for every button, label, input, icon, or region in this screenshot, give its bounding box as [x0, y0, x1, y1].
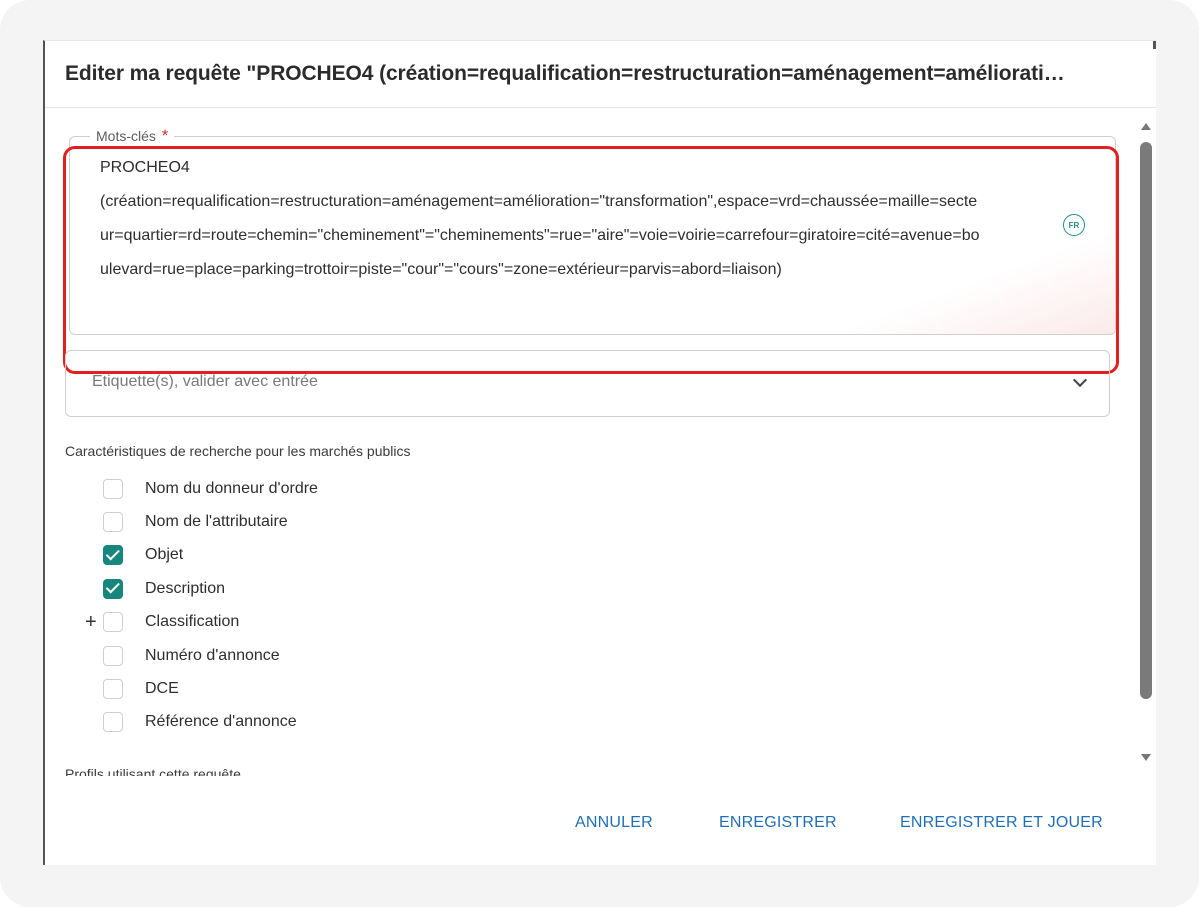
scroll-down-icon[interactable]: [1141, 754, 1151, 761]
search-characteristics-list: Nom du donneur d'ordre Nom de l'attribut…: [85, 472, 318, 739]
checkbox-row-numero-annonce[interactable]: Numéro d'annonce: [103, 639, 318, 672]
checkbox-classification[interactable]: [103, 612, 123, 633]
checkbox-label: DCE: [145, 680, 179, 698]
checkbox-dce[interactable]: [103, 679, 123, 700]
chevron-down-icon[interactable]: [1072, 372, 1088, 388]
checkbox-label: Description: [145, 579, 226, 597]
dialog-actions: ANNULER ENREGISTRER ENREGISTRER ET JOUER: [45, 776, 1156, 865]
checkbox-row-description[interactable]: Description: [103, 572, 318, 605]
edit-query-dialog: Editer ma requête "PROCHEO4 (création=re…: [43, 40, 1156, 865]
keywords-label: Mots-clés *: [90, 126, 175, 146]
scroll-up-icon[interactable]: [1141, 123, 1151, 130]
scroll-thumb[interactable]: [1140, 142, 1152, 699]
checkbox-row-objet[interactable]: Objet: [103, 539, 318, 572]
checkbox-row-attributaire[interactable]: Nom de l'attributaire: [103, 505, 318, 538]
checkbox-label: Objet: [145, 546, 184, 564]
tags-select[interactable]: Etiquette(s), valider avec entrée: [65, 350, 1110, 417]
keywords-label-text: Mots-clés: [96, 128, 156, 144]
checkbox-attributaire[interactable]: [103, 512, 123, 533]
profiles-label: Profils utilisant cette requête: [65, 766, 241, 776]
checkbox-label: Numéro d'annonce: [145, 646, 280, 664]
keywords-highlight-frame: [63, 146, 1119, 374]
screenshot-frame: Editer ma requête "PROCHEO4 (création=re…: [0, 0, 1199, 907]
checkbox-objet[interactable]: [103, 545, 123, 566]
checkbox-donneur-ordre[interactable]: [103, 478, 123, 499]
dialog-header: Editer ma requête "PROCHEO4 (création=re…: [45, 41, 1156, 108]
checkbox-numero-annonce[interactable]: [103, 645, 123, 666]
checkbox-label: Nom du donneur d'ordre: [145, 479, 318, 497]
required-mark: *: [161, 126, 169, 145]
tags-placeholder: Etiquette(s), valider avec entrée: [92, 373, 318, 390]
checkbox-row-classification[interactable]: + Classification: [85, 606, 318, 639]
dialog-content: Mots-clés * PROCHEO4 (création=requalifi…: [45, 108, 1137, 776]
cancel-button[interactable]: ANNULER: [575, 814, 653, 832]
checkbox-description[interactable]: [103, 578, 123, 599]
checkbox-row-dce[interactable]: DCE: [103, 672, 318, 705]
dialog-title: Editer ma requête "PROCHEO4 (création=re…: [65, 62, 1065, 85]
save-and-run-button[interactable]: ENREGISTRER ET JOUER: [900, 814, 1103, 832]
checkbox-label: Référence d'annonce: [145, 713, 297, 731]
checkbox-label: Classification: [145, 613, 240, 631]
checkbox-row-donneur-ordre[interactable]: Nom du donneur d'ordre: [103, 472, 318, 505]
checkbox-reference-annonce[interactable]: [103, 712, 123, 733]
checkbox-row-reference-annonce[interactable]: Référence d'annonce: [103, 706, 318, 739]
checkbox-label: Nom de l'attributaire: [145, 513, 288, 531]
save-button[interactable]: ENREGISTRER: [719, 814, 837, 832]
expand-plus-icon[interactable]: +: [85, 612, 97, 632]
search-characteristics-label: Caractéristiques de recherche pour les m…: [65, 443, 411, 459]
scrollbar[interactable]: [1136, 108, 1156, 776]
